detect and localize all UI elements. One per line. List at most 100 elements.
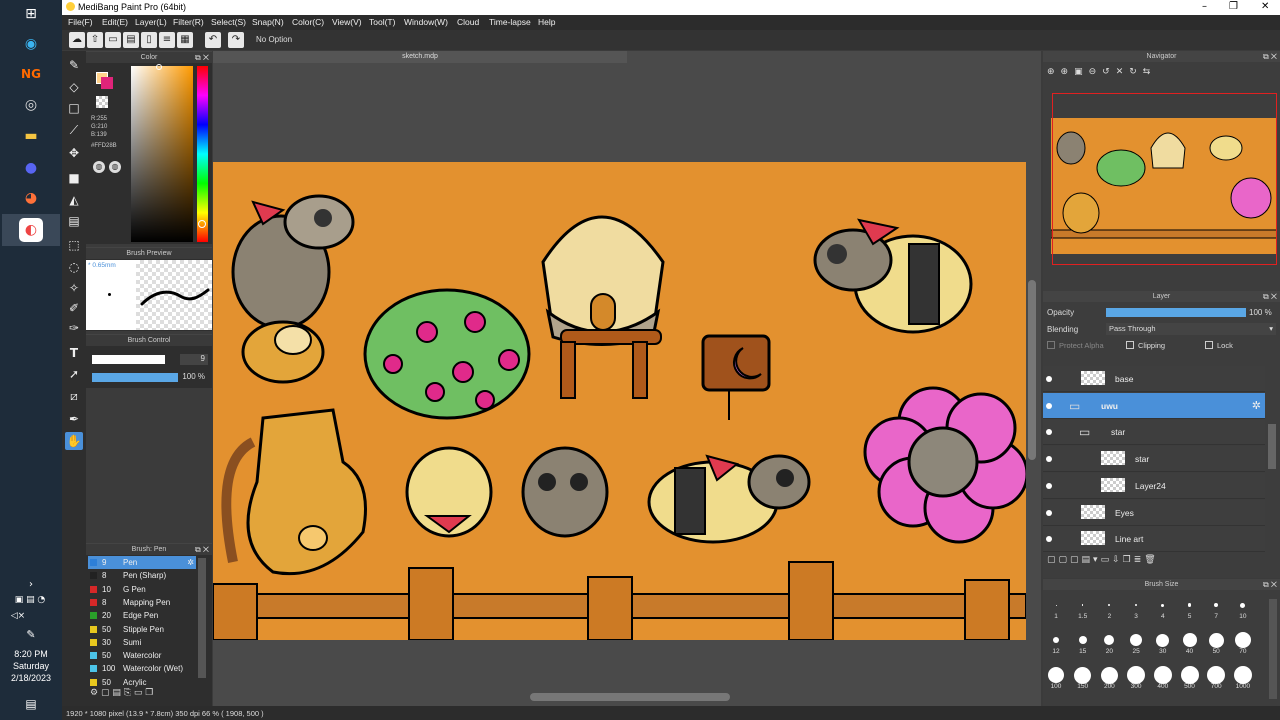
brush-size-option[interactable]: 100 <box>1043 664 1069 690</box>
clock-date[interactable]: 2/18/2023 <box>0 673 62 683</box>
clock-day[interactable]: Saturday <box>0 661 62 671</box>
new-layer-icon[interactable]: ▢ <box>1047 555 1059 565</box>
rotate-right-icon[interactable]: ↻ <box>1129 67 1143 77</box>
zoom-out-icon[interactable]: ⊖ <box>1089 67 1103 77</box>
protect-alpha-checkbox[interactable] <box>1047 341 1055 349</box>
brush-menu-icon[interactable]: ▤ <box>112 688 121 698</box>
close-button[interactable]: ✕ <box>1261 1 1269 12</box>
brush-size-option[interactable]: 1000 <box>1230 664 1256 690</box>
redo-icon[interactable]: ↷ <box>228 32 244 48</box>
layer-row[interactable]: ▭ star <box>1043 419 1265 446</box>
upload-icon[interactable]: ⇧ <box>87 32 103 48</box>
layer-row[interactable]: Layer24 <box>1043 472 1265 499</box>
brush-list-item[interactable]: 10 G Pen <box>88 583 196 596</box>
move-tool-icon[interactable]: ✥ <box>65 144 83 162</box>
undo-icon[interactable]: ↶ <box>205 32 221 48</box>
brush-size-option[interactable]: 40 <box>1177 629 1203 655</box>
new-layer-1bit-icon[interactable]: ▢ <box>1070 555 1082 565</box>
obs-icon[interactable]: ◎ <box>19 93 43 117</box>
select-eraser-tool-icon[interactable]: ✑ <box>65 319 83 337</box>
reset-icon[interactable]: ✕ <box>1116 67 1130 77</box>
brush-size-option[interactable]: 500 <box>1177 664 1203 690</box>
fit-icon[interactable]: ▣ <box>1074 67 1089 77</box>
brush-list-item[interactable]: 100 Watercolor (Wet) <box>88 662 196 675</box>
gradient-tool-icon[interactable]: ▤ <box>65 212 83 230</box>
layer-list-scrollbar[interactable] <box>1268 424 1276 469</box>
fill-shape-tool-icon[interactable]: ■ <box>65 169 83 187</box>
layer-row[interactable]: Line art <box>1043 526 1265 553</box>
magic-wand-tool-icon[interactable]: ✧ <box>65 279 83 297</box>
layer-opacity-slider[interactable] <box>1106 308 1246 317</box>
menu-tool[interactable]: Tool(T) <box>369 17 395 27</box>
layer-row[interactable]: ▭ uwu ✲ <box>1043 392 1265 419</box>
close-icon[interactable]: ⧉ ✕ <box>1263 51 1277 62</box>
merge-down-icon[interactable]: ⇩ <box>1112 555 1123 565</box>
comment-icon[interactable]: ▭ <box>105 32 121 48</box>
brush-size-option[interactable]: 150 <box>1070 664 1096 690</box>
notification-icon[interactable]: ▤ <box>19 692 43 716</box>
select-pen-tool-icon[interactable]: ✐ <box>65 299 83 317</box>
vertical-scrollbar[interactable] <box>1028 280 1036 460</box>
brush-size-option[interactable]: 1 <box>1043 594 1069 620</box>
layer-row[interactable]: Eyes <box>1043 499 1265 526</box>
brush-size-scrollbar[interactable] <box>1269 599 1277 699</box>
brush-opacity-value[interactable]: 100 % <box>180 372 208 383</box>
brush-size-option[interactable]: 1.5 <box>1070 594 1096 620</box>
visibility-eye-icon[interactable] <box>1046 429 1052 436</box>
menu-help[interactable]: Help <box>538 17 555 27</box>
background-color-swatch[interactable] <box>101 77 113 89</box>
menu-snap[interactable]: Snap(N) <box>252 17 284 27</box>
brush-size-option[interactable]: 25 <box>1123 629 1149 655</box>
brush-size-option[interactable]: 3 <box>1123 594 1149 620</box>
brush-size-option[interactable]: 400 <box>1150 664 1176 690</box>
ng-app-icon[interactable]: NG <box>19 62 43 86</box>
brush-list-item[interactable]: 50 Acrylic <box>88 676 196 689</box>
brush-size-slider[interactable] <box>92 355 166 364</box>
blending-select[interactable]: Pass Through ▾ <box>1106 323 1276 335</box>
brush-size-option[interactable]: 50 <box>1203 629 1229 655</box>
color-picker-cursor[interactable] <box>156 64 162 70</box>
flip-icon[interactable]: ⇆ <box>1143 67 1157 77</box>
brush-size-option[interactable]: 200 <box>1096 664 1122 690</box>
edge-browser-icon[interactable]: ◉ <box>19 32 43 56</box>
brush-size-option[interactable]: 2 <box>1096 594 1122 620</box>
close-icon[interactable]: ⧉ ✕ <box>1263 291 1277 302</box>
hue-slider-handle[interactable] <box>198 220 206 228</box>
menu-file[interactable]: File(F) <box>68 17 93 27</box>
menu-view[interactable]: View(V) <box>332 17 362 27</box>
list-icon[interactable]: ≡ <box>159 32 175 48</box>
file-explorer-icon[interactable]: ▬ <box>19 124 43 148</box>
brush-list-item[interactable]: 9 Pen ✲ <box>88 556 196 569</box>
document-tab[interactable]: sketch.mdp <box>213 51 627 63</box>
brush-list-item[interactable]: 20 Edge Pen <box>88 609 196 622</box>
menu-timelapse[interactable]: Time-lapse <box>489 17 531 27</box>
brush-list-scrollbar[interactable] <box>198 558 206 678</box>
brush-copy-icon[interactable]: ⎘ <box>124 688 131 698</box>
brush-opacity-slider[interactable] <box>92 373 178 382</box>
eraser-tool-icon[interactable]: ◇ <box>65 78 83 96</box>
brush-list-item[interactable]: 8 Mapping Pen <box>88 596 196 609</box>
cloud-icon[interactable]: ☁ <box>69 32 85 48</box>
menu-layer[interactable]: Layer(L) <box>135 17 167 27</box>
brush-size-option[interactable]: 10 <box>1230 594 1256 620</box>
pen-tray-icon[interactable]: ✎ <box>19 622 43 646</box>
discord-icon[interactable]: ● <box>19 156 43 180</box>
divide-tool-icon[interactable]: ⧄ <box>65 387 83 405</box>
page-icon[interactable]: ▯ <box>141 32 157 48</box>
layer-row[interactable]: base <box>1043 366 1265 392</box>
brush-size-option[interactable]: 700 <box>1203 664 1229 690</box>
rotate-left-icon[interactable]: ↺ <box>1102 67 1116 77</box>
brush-list-item[interactable]: 30 Sumi <box>88 636 196 649</box>
menu-select[interactable]: Select(S) <box>211 17 246 27</box>
brush-size-option[interactable]: 5 <box>1177 594 1203 620</box>
brush-size-option[interactable]: 300 <box>1123 664 1149 690</box>
chat-icon[interactable]: ▤ <box>123 32 139 48</box>
brush-size-option[interactable]: 15 <box>1070 629 1096 655</box>
layer-settings-icon[interactable]: ≣ <box>1134 555 1145 565</box>
menu-filter[interactable]: Filter(R) <box>173 17 204 27</box>
brush-size-option[interactable]: 70 <box>1230 629 1256 655</box>
menu-window[interactable]: Window(W) <box>404 17 448 27</box>
maximize-button[interactable]: ❐ <box>1229 1 1238 12</box>
brush-list-item[interactable]: 8 Pen (Sharp) <box>88 569 196 582</box>
menu-cloud[interactable]: Cloud <box>457 17 479 27</box>
